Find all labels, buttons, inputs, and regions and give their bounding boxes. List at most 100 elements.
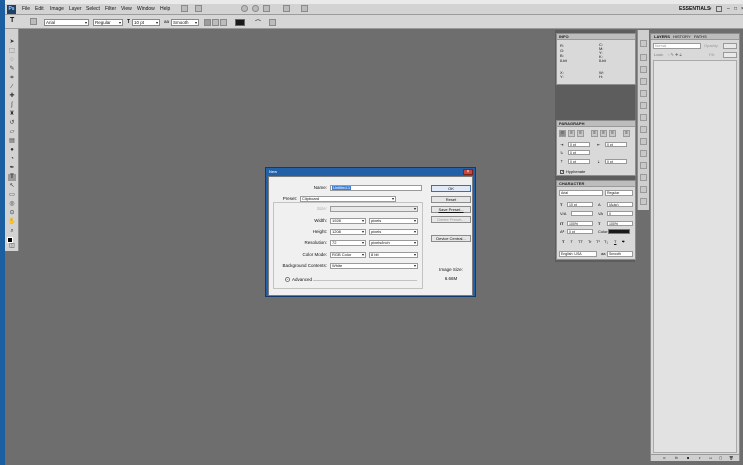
menu-view[interactable]: View xyxy=(121,6,132,12)
anti-alias-select[interactable]: Smooth xyxy=(171,19,199,26)
justify-last-center-icon[interactable]: ≡ xyxy=(600,130,607,137)
tab-paths[interactable]: PATHS xyxy=(694,34,707,39)
info-panel-tab[interactable]: INFO xyxy=(557,34,635,40)
space-after-field[interactable]: 0 pt xyxy=(605,159,627,164)
char-hscale-field[interactable]: 100% xyxy=(607,221,633,226)
bit-depth-select[interactable]: 8 bit xyxy=(369,252,418,258)
character-panel-tab[interactable]: CHARACTER xyxy=(557,181,635,187)
menu-edit[interactable]: Edit xyxy=(35,6,44,12)
restore-icon[interactable]: □ xyxy=(734,6,737,12)
history-brush-tool-icon[interactable]: ↺ xyxy=(8,120,16,127)
brushes-icon[interactable] xyxy=(640,114,647,121)
char-vscale-field[interactable]: 100% xyxy=(567,221,593,226)
char-anti-alias-select[interactable]: Smooth xyxy=(607,251,633,257)
layers-list[interactable] xyxy=(653,60,737,453)
height-unit-select[interactable]: pixels xyxy=(369,229,418,235)
font-style-select[interactable]: Regular xyxy=(93,19,123,26)
bridge-icon[interactable] xyxy=(181,5,188,12)
opacity-field[interactable] xyxy=(723,43,737,49)
menu-filter[interactable]: Filter xyxy=(105,6,116,12)
minimize-icon[interactable]: – xyxy=(727,6,730,12)
blend-mode-select[interactable]: Normal xyxy=(653,43,701,49)
char-size-field[interactable]: 10 pt xyxy=(567,202,593,207)
indent-left-field[interactable]: 0 pt xyxy=(568,142,590,147)
align-left-text-icon[interactable]: ≡ xyxy=(559,130,566,137)
space-before-field[interactable]: 0 pt xyxy=(568,159,590,164)
menu-help[interactable]: Help xyxy=(160,6,170,12)
reset-button[interactable]: Reset xyxy=(431,196,471,203)
type-tool-icon[interactable]: T xyxy=(8,174,16,181)
path-select-tool-icon[interactable]: ↖ xyxy=(8,183,16,190)
small-caps-button[interactable]: Tr xyxy=(588,239,592,244)
background-contents-select[interactable]: White xyxy=(330,263,418,269)
all-caps-button[interactable]: TT xyxy=(578,239,583,244)
adjustment-layer-icon[interactable]: ◐ xyxy=(699,456,701,461)
blur-tool-icon[interactable]: ● xyxy=(8,147,16,154)
brush-tool-icon[interactable]: ∫ xyxy=(8,102,16,109)
save-preset-button[interactable]: Save Preset... xyxy=(431,206,471,213)
screen-mode-icon[interactable] xyxy=(301,5,308,12)
search-icon[interactable] xyxy=(716,6,722,12)
menu-image[interactable]: Image xyxy=(50,6,64,12)
layer-style-icon[interactable]: fx xyxy=(675,456,678,461)
color-mode-select[interactable]: RGB Color xyxy=(330,252,366,258)
notes-icon[interactable] xyxy=(640,198,647,205)
justify-last-right-icon[interactable]: ≡ xyxy=(609,130,616,137)
align-right-text-icon[interactable]: ≡ xyxy=(577,130,584,137)
color-icon[interactable] xyxy=(640,54,647,61)
type-tool-icon[interactable]: T xyxy=(10,17,14,24)
eraser-tool-icon[interactable]: ▱ xyxy=(8,129,16,136)
gradient-tool-icon[interactable]: ▤ xyxy=(8,138,16,145)
dodge-tool-icon[interactable]: ◔ xyxy=(8,156,16,163)
subscript-button[interactable]: T₁ xyxy=(604,239,608,244)
quick-select-tool-icon[interactable]: ✎ xyxy=(8,66,16,73)
actions-icon[interactable] xyxy=(640,138,647,145)
healing-tool-icon[interactable]: ✚ xyxy=(8,93,16,100)
clone-stamp-tool-icon[interactable]: ♜ xyxy=(8,111,16,118)
hand-tool-icon[interactable]: ✋ xyxy=(8,219,16,226)
char-leading-field[interactable]: (Auto) xyxy=(607,202,633,207)
tab-layers[interactable]: LAYERS xyxy=(654,34,670,39)
char-tracking-field[interactable]: 0 xyxy=(607,211,633,216)
3d-rotate-tool-icon[interactable]: ◎ xyxy=(8,201,16,208)
new-layer-icon[interactable]: ▢ xyxy=(719,456,722,461)
text-color-swatch[interactable] xyxy=(235,19,245,26)
workspace-switcher[interactable]: ESSENTIALS xyxy=(679,6,710,12)
navigator-icon[interactable] xyxy=(640,40,647,47)
orientation-toggle-icon[interactable] xyxy=(30,18,37,25)
first-line-indent-field[interactable]: 0 pt xyxy=(568,150,590,155)
justify-all-icon[interactable]: ≡ xyxy=(623,130,630,137)
name-input[interactable]: Untitled-1 xyxy=(330,185,422,191)
underline-button[interactable]: T xyxy=(614,239,616,244)
align-right-icon[interactable] xyxy=(220,19,227,26)
view-extras-icon[interactable] xyxy=(195,5,202,12)
char-font-style-select[interactable]: Regular xyxy=(605,190,633,196)
measurement-log-icon[interactable] xyxy=(640,186,647,193)
font-size-select[interactable]: 10 pt xyxy=(132,19,160,26)
advanced-toggle-icon[interactable]: ⌄ xyxy=(285,277,290,282)
faux-italic-button[interactable]: T xyxy=(570,239,572,244)
char-kerning-field[interactable] xyxy=(571,211,593,216)
rotate-view-icon[interactable] xyxy=(263,5,270,12)
3d-orbit-tool-icon[interactable]: ⊙ xyxy=(8,210,16,217)
justify-last-left-icon[interactable]: ≡ xyxy=(591,130,598,137)
masks-icon[interactable] xyxy=(640,102,647,109)
link-layers-icon[interactable]: ∞ xyxy=(663,456,666,461)
hyphenate-checkbox[interactable]: ✓ xyxy=(560,170,564,174)
font-family-select[interactable]: Arial xyxy=(44,19,89,26)
pen-tool-icon[interactable]: ✒ xyxy=(8,165,16,172)
hand-icon[interactable] xyxy=(241,5,248,12)
strikethrough-button[interactable]: T xyxy=(622,239,624,244)
adjustments-icon[interactable] xyxy=(640,90,647,97)
styles-icon[interactable] xyxy=(640,78,647,85)
dialog-close-button[interactable]: × xyxy=(463,169,473,175)
lasso-tool-icon[interactable]: ◌ xyxy=(8,57,16,64)
char-font-family-select[interactable]: Arial xyxy=(559,190,603,196)
delete-layer-icon[interactable]: 🗑︎ xyxy=(729,456,733,461)
new-group-icon[interactable]: ▭ xyxy=(709,456,712,461)
chevron-down-icon[interactable]: ▾ xyxy=(709,6,712,12)
width-unit-select[interactable]: pixels xyxy=(369,218,418,224)
ok-button[interactable]: OK xyxy=(431,185,471,192)
char-color-swatch[interactable] xyxy=(608,229,630,234)
tool-presets-icon[interactable] xyxy=(640,150,647,157)
